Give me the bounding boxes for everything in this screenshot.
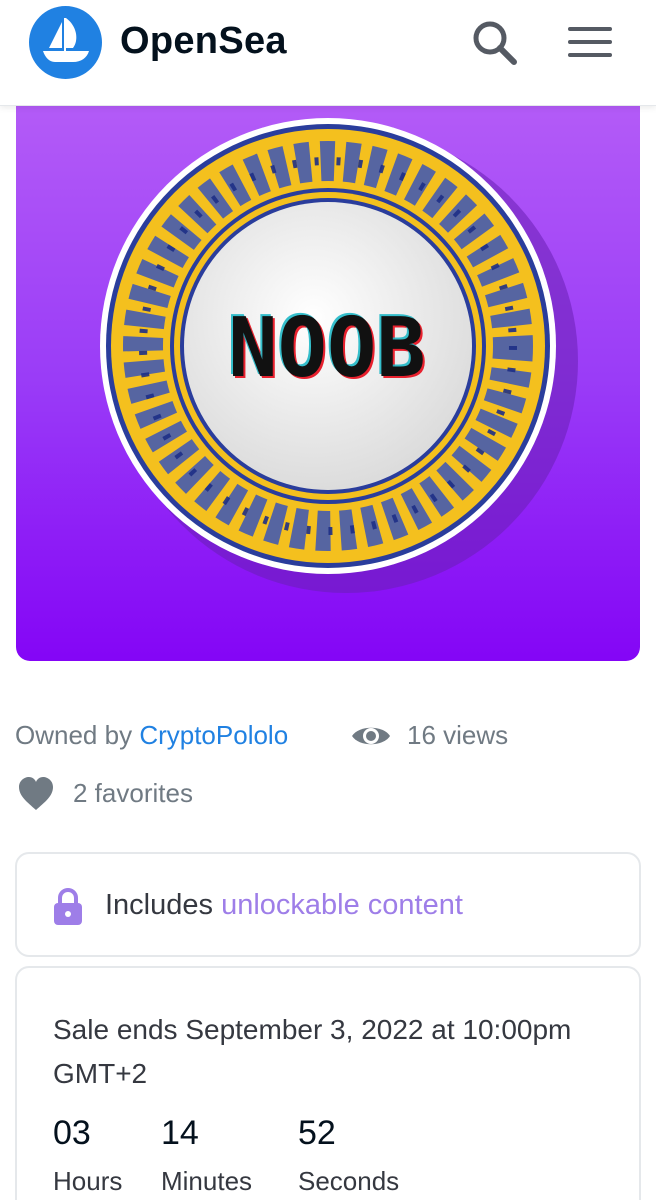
top-nav-bar: OpenSea: [0, 0, 656, 106]
unlockable-text: Includes unlockable content: [105, 889, 463, 922]
nft-artwork-image[interactable]: NOOB NOOB NOOB: [16, 96, 640, 661]
eye-icon: [350, 721, 392, 751]
heart-icon[interactable]: [17, 776, 55, 812]
hamburger-menu-icon[interactable]: [566, 24, 614, 60]
opensea-logo-icon[interactable]: [29, 6, 102, 79]
owned-by-label: Owned by: [15, 720, 133, 750]
search-icon[interactable]: [470, 20, 520, 66]
countdown-seconds-label: Seconds: [298, 1166, 400, 1196]
plate-text: NOOB: [228, 301, 425, 396]
owner-link[interactable]: CryptoPololo: [139, 720, 288, 750]
brand-name[interactable]: OpenSea: [120, 20, 287, 63]
countdown-seconds-value: 52: [298, 1114, 336, 1152]
unlockable-prefix: Includes: [105, 889, 214, 921]
countdown-hours-value: 03: [53, 1114, 91, 1152]
countdown-minutes-label: Minutes: [161, 1166, 253, 1196]
views-count: 16 views: [407, 720, 509, 750]
countdown-hours-label: Hours: [53, 1166, 123, 1196]
favorites-count: 2 favorites: [73, 778, 193, 808]
sale-countdown-card: Sale ends September 3, 2022 at 10:00pm G…: [15, 966, 641, 1200]
unlockable-content-card[interactable]: Includes unlockable content: [15, 852, 641, 957]
owned-by-row: Owned by CryptoPololo: [15, 720, 288, 751]
sale-ends-text: Sale ends September 3, 2022 at 10:00pm G…: [53, 1014, 572, 1089]
unlockable-content-link[interactable]: unlockable content: [221, 889, 463, 921]
countdown-minutes-value: 14: [161, 1114, 199, 1152]
lock-icon: [53, 887, 83, 926]
